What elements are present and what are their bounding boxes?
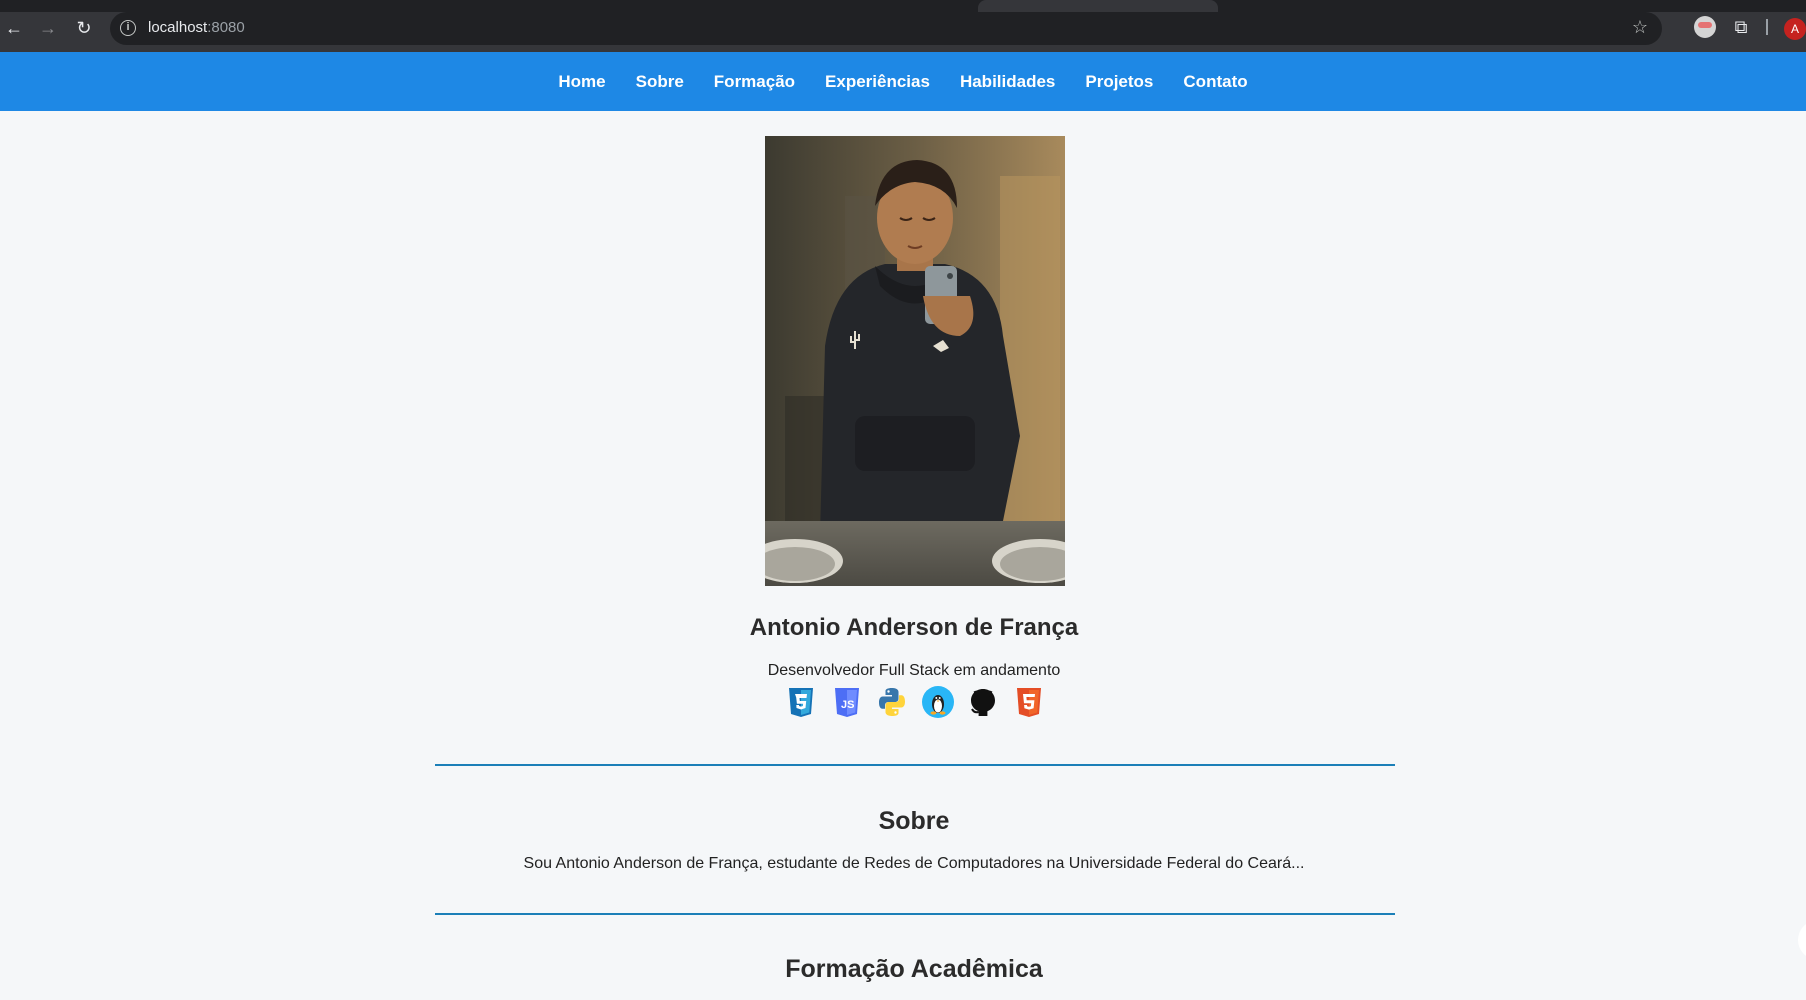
github-icon[interactable]: [966, 685, 1000, 719]
section-title-sobre: Sobre: [878, 807, 950, 835]
nav-projetos[interactable]: Projetos: [1085, 72, 1153, 92]
browser-toolbar: ← → ↻ i localhost:8080 ☆ ⧉ A: [0, 0, 1806, 52]
html5-icon[interactable]: [1012, 685, 1046, 719]
site-nav: Home Sobre Formação Experiências Habilid…: [0, 52, 1806, 111]
nav-formacao[interactable]: Formação: [714, 72, 795, 92]
toolbar-divider: [1766, 19, 1768, 35]
css3-icon[interactable]: [784, 685, 818, 719]
puzzle-icon[interactable]: ⧉: [1730, 16, 1752, 38]
section-divider: [435, 913, 1395, 915]
tab-strip: [0, 0, 1806, 12]
section-title-formacao: Formação Acadêmica: [785, 955, 1043, 983]
section-divider: [435, 764, 1395, 766]
star-icon[interactable]: ☆: [1632, 17, 1648, 38]
nav-habilidades[interactable]: Habilidades: [960, 72, 1055, 92]
skills-row: JS: [784, 685, 1046, 719]
site-info-icon[interactable]: i: [120, 20, 136, 36]
section-text-sobre: Sou Antonio Anderson de França, estudant…: [523, 855, 1305, 872]
linux-icon[interactable]: [921, 685, 955, 719]
nav-home[interactable]: Home: [558, 72, 605, 92]
python-icon[interactable]: [875, 685, 909, 719]
profile-photo: [765, 136, 1065, 586]
extension-icon[interactable]: [1694, 16, 1716, 38]
profile-role: Desenvolvedor Full Stack em andamento: [767, 662, 1061, 679]
back-icon[interactable]: ←: [2, 16, 26, 40]
svg-text:JS: JS: [841, 699, 854, 711]
floating-button[interactable]: [1798, 920, 1806, 960]
profile-name: Antonio Anderson de França: [749, 614, 1079, 641]
javascript-icon[interactable]: JS: [830, 685, 864, 719]
nav-sobre[interactable]: Sobre: [636, 72, 684, 92]
url-text[interactable]: localhost:8080: [148, 19, 245, 36]
nav-contato[interactable]: Contato: [1183, 72, 1247, 92]
profile-avatar[interactable]: A: [1784, 18, 1806, 40]
nav-experiencias[interactable]: Experiências: [825, 72, 930, 92]
active-tab[interactable]: [978, 0, 1218, 12]
reload-icon[interactable]: ↻: [72, 16, 96, 40]
forward-icon[interactable]: →: [36, 16, 60, 40]
address-bar[interactable]: i localhost:8080 ☆: [110, 12, 1662, 45]
